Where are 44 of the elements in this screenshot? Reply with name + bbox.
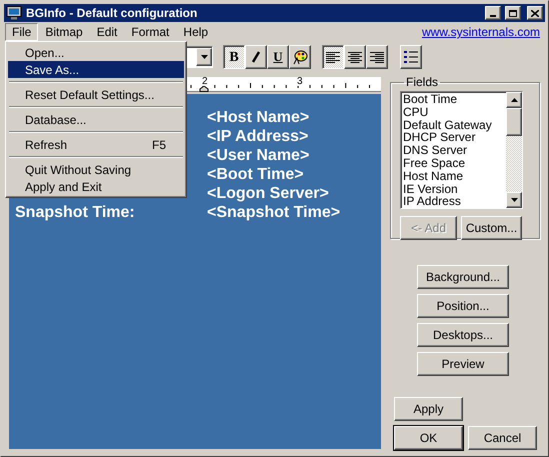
dialog-button[interactable]: Background...	[417, 265, 509, 289]
menu-item[interactable]: Help	[176, 23, 216, 41]
field-value: <Boot Time>	[207, 165, 304, 184]
list-item[interactable]: DNS Server	[403, 144, 506, 157]
underline-button[interactable]: U	[267, 45, 289, 69]
field-value: <IP Address>	[207, 127, 308, 146]
list-item[interactable]: DHCP Server	[403, 131, 506, 144]
field-value: <Host Name>	[207, 108, 310, 127]
field-value: <Snapshot Time>	[207, 203, 340, 222]
menu-item[interactable]: File	[5, 23, 38, 41]
window-title: BGInfo - Default configuration	[26, 5, 198, 22]
dialog-button[interactable]: Desktops...	[417, 323, 509, 347]
ruler-number: 2	[201, 77, 209, 86]
list-item[interactable]: CPU	[403, 106, 506, 119]
menu-entry[interactable]: Open...	[8, 44, 184, 61]
menu-item[interactable]: Edit	[90, 23, 124, 41]
bold-button[interactable]: B	[223, 45, 245, 69]
list-item[interactable]: IP Address	[403, 195, 506, 208]
field-value: <User Name>	[207, 146, 310, 165]
ruler-number: 3	[296, 77, 304, 86]
menu-entry[interactable]: Database...	[8, 111, 184, 128]
field-value: <Logon Server>	[207, 184, 329, 203]
dialog-button[interactable]: Position...	[417, 294, 509, 318]
ok-button[interactable]: OK	[394, 426, 463, 450]
dialog-button[interactable]: Cancel	[468, 426, 537, 450]
dialog-button[interactable]: Preview	[417, 352, 509, 376]
menu-item[interactable]: Format	[124, 23, 176, 41]
group-title: Fields	[405, 74, 440, 91]
dialog-button[interactable]: Custom...	[461, 216, 522, 240]
fields-list[interactable]: Boot Time CPU Default Gateway DHCP Server DNS Server Free Space Host Name IE Version IP Address	[400, 91, 523, 209]
menu-item[interactable]: Bitmap	[38, 23, 90, 41]
dialog-button[interactable]: Apply	[394, 397, 463, 421]
list-item[interactable]: IE Version	[403, 182, 506, 196]
menu-entry[interactable]: Save As...	[8, 61, 184, 78]
list-item[interactable]: Default Gateway	[403, 118, 506, 132]
list-item[interactable]: Boot Time	[403, 93, 506, 106]
menu-entry[interactable]: Refresh F5	[8, 136, 184, 153]
list-item[interactable]: Free Space	[403, 156, 506, 170]
menu-entry[interactable]: Apply and Exit	[8, 178, 184, 195]
shortcut-label: F5	[152, 136, 166, 154]
menu-entry[interactable]: Quit Without Saving	[8, 161, 184, 178]
list-item[interactable]: Host Name	[403, 170, 506, 183]
field-label: Snapshot Time:	[15, 204, 135, 221]
website-link[interactable]: www.sysinternals.com	[422, 23, 540, 41]
